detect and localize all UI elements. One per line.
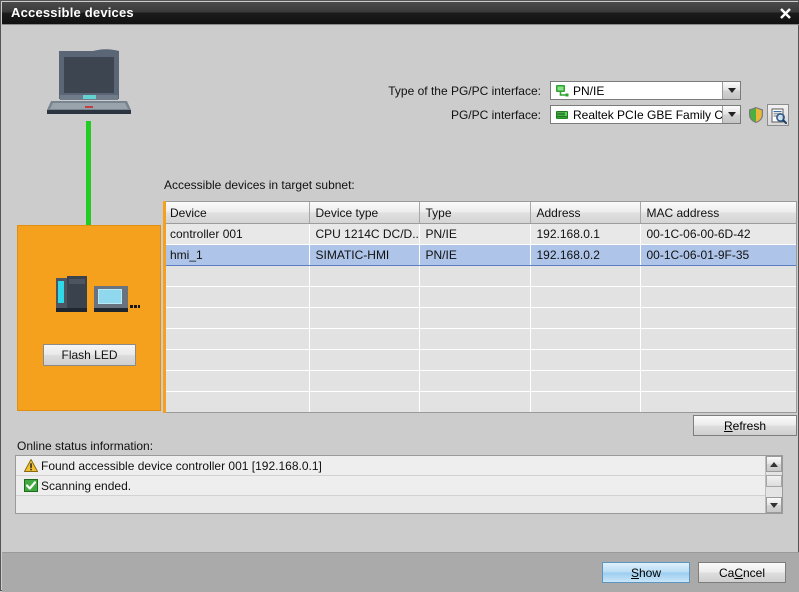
refresh-button[interactable]: Refresh: [693, 415, 797, 436]
cell-device: controller 001: [164, 223, 310, 245]
column-header-type[interactable]: Type: [419, 202, 531, 224]
show-button[interactable]: Show: [602, 562, 690, 583]
cell-mac: 00-1C-06-01-9F-35: [640, 244, 796, 266]
chevron-down-icon[interactable]: [722, 106, 740, 123]
warning-icon: [21, 459, 41, 472]
cell-device: hmi_1: [164, 244, 310, 266]
properties-magnifier-icon[interactable]: [767, 104, 789, 126]
table-row[interactable]: controller 001 CPU 1214C DC/D... PN/IE 1…: [164, 223, 796, 245]
chevron-down-icon[interactable]: [722, 82, 740, 99]
table-empty-row[interactable]: [164, 370, 796, 392]
network-interface-icon: [553, 84, 571, 98]
flash-led-button[interactable]: Flash LED: [43, 344, 136, 366]
status-message-row: Found accessible device controller 001 […: [16, 456, 782, 476]
online-status-label: Online status information:: [17, 439, 154, 453]
cell-device-type: CPU 1214C DC/D...: [309, 223, 420, 245]
close-icon[interactable]: [773, 2, 797, 24]
pgpc-interface-value: Realtek PCIe GBE Family C...: [573, 107, 722, 122]
title-bar: Accessible devices: [2, 2, 799, 24]
scroll-down-arrow-icon[interactable]: [766, 497, 782, 513]
plc-hmi-devices-icon: [56, 276, 140, 312]
status-message-text: Scanning ended.: [41, 478, 132, 493]
pgpc-type-label: Type of the PG/PC interface:: [388, 84, 541, 98]
show-accel: S: [630, 565, 639, 580]
table-empty-row[interactable]: [164, 265, 796, 287]
scroll-up-arrow-icon[interactable]: [766, 456, 782, 472]
table-empty-row[interactable]: [164, 286, 796, 308]
cell-mac: 00-1C-06-00-6D-42: [640, 223, 796, 245]
shield-icon[interactable]: [745, 104, 767, 126]
pgpc-interface-label: PG/PC interface:: [450, 108, 541, 122]
selected-device-panel: Flash LED: [17, 225, 161, 411]
status-message-text: Found accessible device controller 001 […: [41, 458, 322, 473]
cell-type: PN/IE: [419, 244, 531, 266]
pgpc-type-select[interactable]: PN/IE: [550, 81, 741, 100]
success-check-icon: [21, 479, 41, 492]
status-scrollbar[interactable]: [765, 456, 782, 513]
pgpc-interface-select[interactable]: Realtek PCIe GBE Family C...: [550, 105, 741, 124]
table-header-row: Device Device type Type Address MAC addr…: [164, 202, 796, 224]
laptop-icon: [47, 49, 131, 114]
cancel-label-start: Ca: [718, 565, 735, 580]
show-label-rest: how: [639, 565, 662, 580]
table-row[interactable]: hmi_1 SIMATIC-HMI PN/IE 192.168.0.2 00-1…: [164, 244, 796, 266]
refresh-accel: R: [723, 418, 733, 433]
table-empty-row[interactable]: [164, 307, 796, 329]
accessible-devices-dialog: Accessible devices Flash LED Type of the…: [0, 0, 799, 592]
column-header-mac[interactable]: MAC address: [640, 202, 796, 224]
table-empty-row[interactable]: [164, 328, 796, 350]
scrollbar-thumb[interactable]: [766, 475, 782, 487]
cell-address: 192.168.0.1: [530, 223, 641, 245]
status-message-row: Scanning ended.: [16, 476, 782, 496]
column-header-device-type[interactable]: Device type: [309, 202, 420, 224]
cancel-accel: C: [734, 565, 743, 580]
window-title: Accessible devices: [11, 5, 134, 20]
table-empty-row[interactable]: [164, 413, 796, 414]
cancel-label-rest: ncel: [743, 565, 766, 580]
cancel-button[interactable]: Ca Cncel: [698, 562, 786, 583]
table-accent-bar: [163, 201, 166, 413]
subnet-caption: Accessible devices in target subnet:: [164, 178, 355, 192]
pgpc-type-value: PN/IE: [573, 83, 605, 98]
network-adapter-icon: [553, 108, 571, 122]
column-header-device[interactable]: Device: [164, 202, 310, 224]
cell-device-type: SIMATIC-HMI: [309, 244, 420, 266]
cell-address: 192.168.0.2: [530, 244, 641, 266]
cell-type: PN/IE: [419, 223, 531, 245]
online-status-list: Found accessible device controller 001 […: [15, 455, 783, 514]
column-header-address[interactable]: Address: [530, 202, 641, 224]
topology-graphic: Flash LED: [2, 25, 162, 415]
dialog-footer: Show Ca Cncel: [2, 552, 799, 592]
accessible-devices-table[interactable]: Device Device type Type Address MAC addr…: [163, 201, 797, 413]
table-empty-row[interactable]: [164, 391, 796, 412]
refresh-label-rest: efresh: [732, 418, 767, 433]
table-empty-row[interactable]: [164, 349, 796, 371]
